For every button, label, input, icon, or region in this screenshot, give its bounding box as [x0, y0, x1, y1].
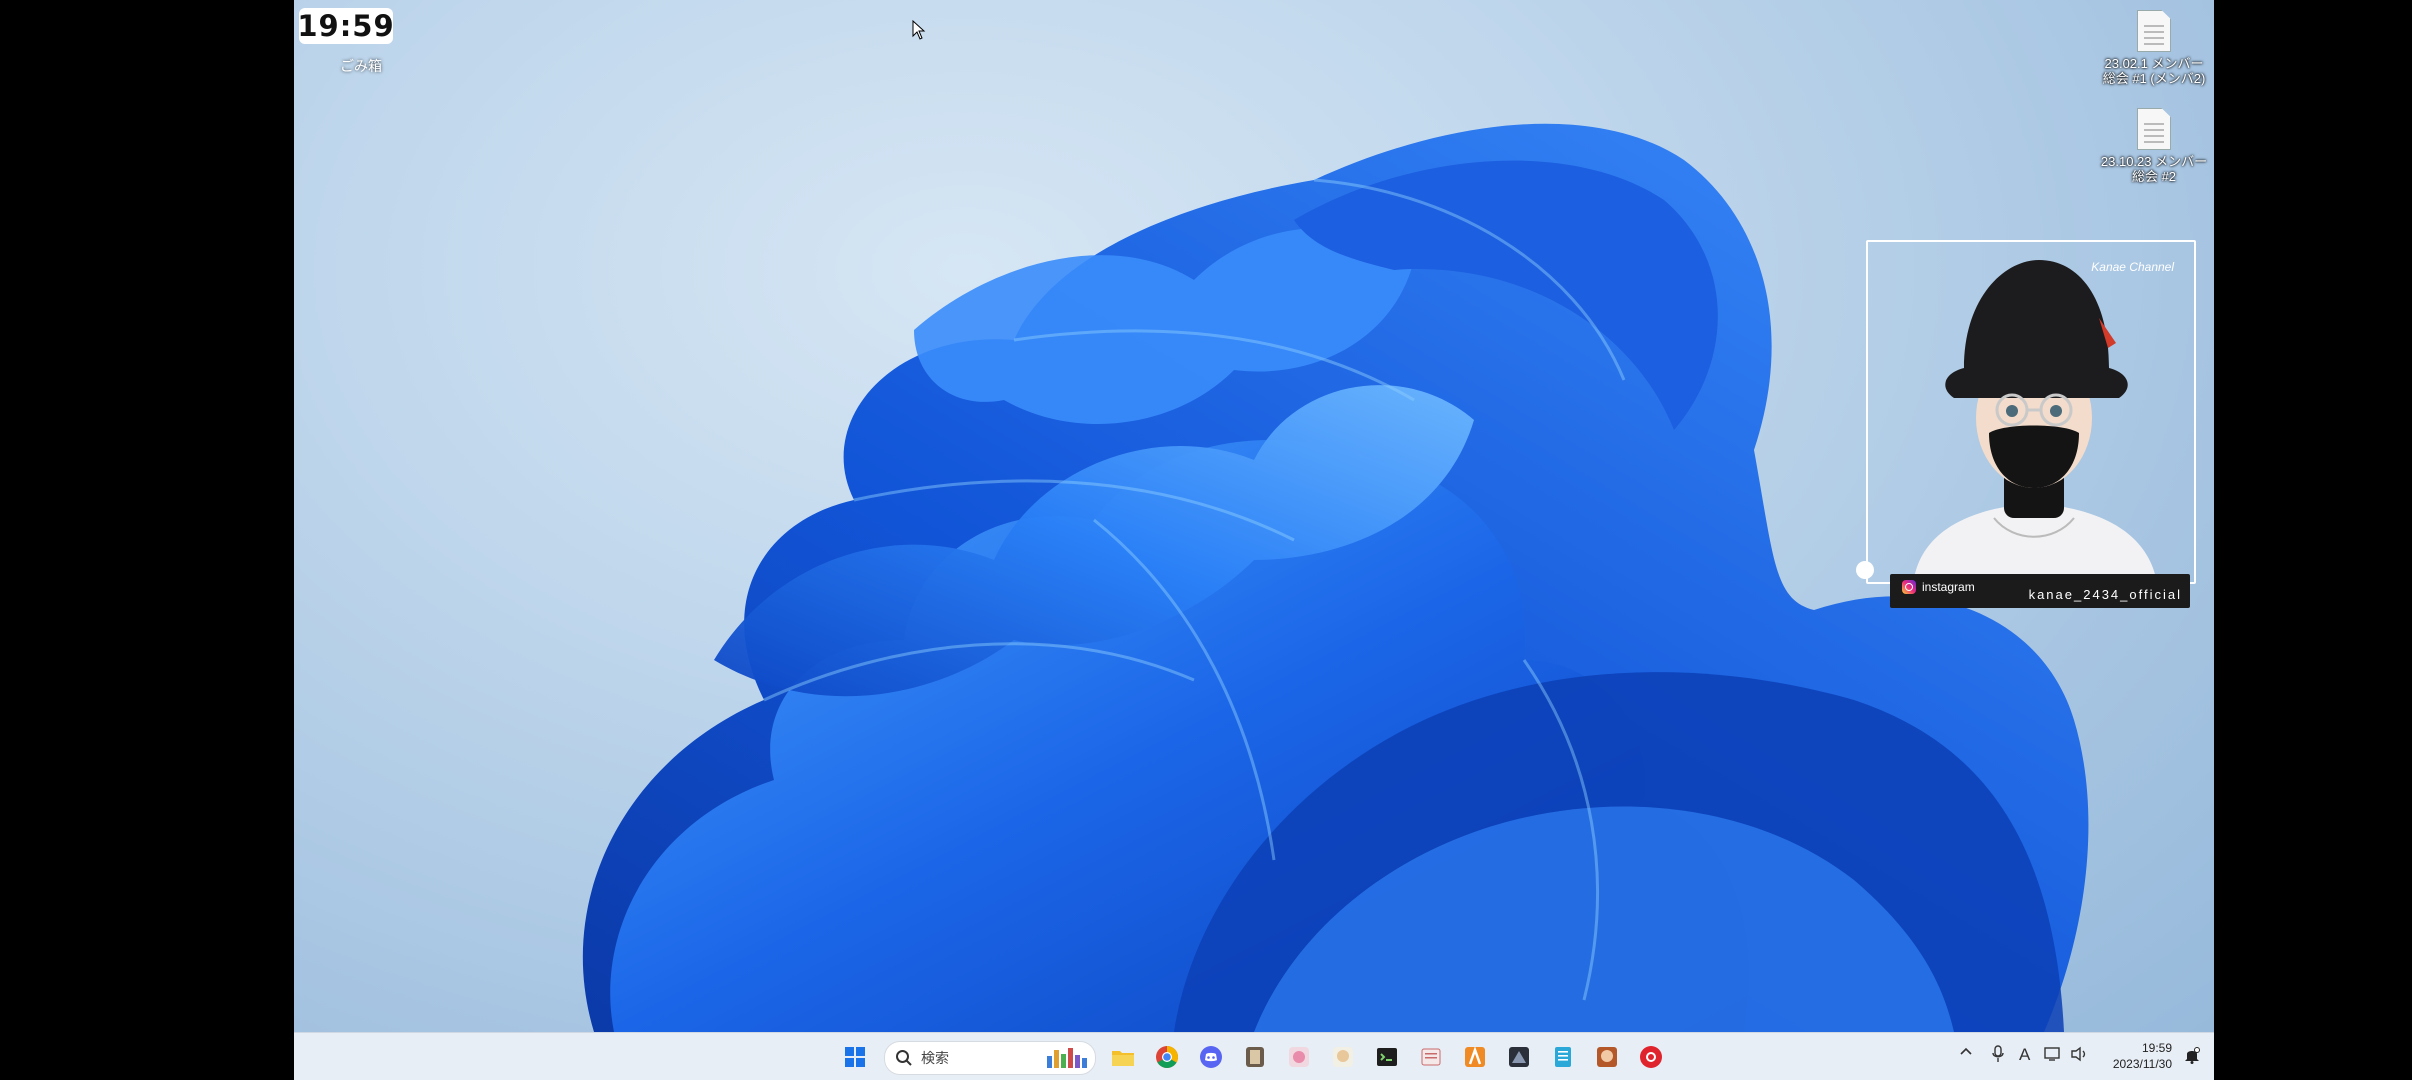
app-button-1[interactable] — [1239, 1041, 1271, 1073]
app-icon-2 — [1289, 1047, 1309, 1067]
app-icon-3 — [1333, 1047, 1353, 1067]
discord-button[interactable] — [1195, 1041, 1227, 1073]
taskbar-time: 19:59 — [2141, 1041, 2172, 1055]
desktop-file-1-label: 23.02.1 メンバー総会 #1 (メンバ2) — [2102, 56, 2206, 86]
desktop-file-1[interactable]: 23.02.1 メンバー総会 #1 (メンバ2) — [2099, 10, 2209, 86]
game-button-2[interactable] — [1591, 1041, 1623, 1073]
notepad-icon — [1421, 1048, 1441, 1066]
text-document-icon — [2137, 108, 2171, 150]
search-highlight-icon — [1047, 1048, 1087, 1068]
taskbar-search[interactable]: 検索 — [884, 1041, 1096, 1075]
desktop-file-2[interactable]: 23.10.23 メンバー総会 #2 — [2099, 108, 2209, 184]
record-button[interactable] — [1635, 1041, 1667, 1073]
streamer-overlay: Kanae Channel instagram kanae_2434_offic… — [1856, 238, 2196, 612]
search-icon — [896, 1050, 912, 1066]
discord-icon — [1200, 1046, 1222, 1068]
app-icon-1 — [1246, 1047, 1264, 1067]
notepad-button[interactable] — [1415, 1041, 1447, 1073]
streamer-avatar — [1914, 260, 2156, 578]
desktop-file-2-label: 23.10.23 メンバー総会 #2 — [2100, 154, 2208, 184]
file-explorer-icon — [1112, 1051, 1134, 1066]
chrome-button[interactable] — [1151, 1041, 1183, 1073]
app-icon-4 — [1465, 1046, 1485, 1067]
file-explorer-button[interactable] — [1107, 1041, 1139, 1073]
game-icon — [1509, 1047, 1529, 1067]
desktop-screen: 19:59 ごみ箱 23.02.1 メンバー総会 #1 (メンバ2) 23.10… — [294, 0, 2214, 1080]
frame-decoration-dot — [1856, 561, 1874, 579]
instagram-handle: kanae_2434_official — [2028, 587, 2182, 602]
volume-icon[interactable] — [2070, 1046, 2088, 1065]
start-button[interactable] — [839, 1041, 871, 1073]
network-icon[interactable] — [2044, 1046, 2062, 1065]
notification-bell-icon[interactable] — [2184, 1046, 2200, 1067]
document-icon — [1555, 1047, 1571, 1067]
chrome-icon — [1156, 1046, 1178, 1068]
instagram-tab: instagram — [1902, 576, 1975, 598]
terminal-icon — [1377, 1048, 1397, 1066]
windows-logo-icon — [845, 1047, 865, 1067]
game-button[interactable] — [1503, 1041, 1535, 1073]
terminal-button[interactable] — [1371, 1041, 1403, 1073]
instagram-label: instagram — [1922, 580, 1975, 594]
text-document-icon — [2137, 10, 2171, 52]
app-button-3[interactable] — [1327, 1041, 1359, 1073]
document-button[interactable] — [1547, 1041, 1579, 1073]
taskbar: 検索 A 19:59 2023/11/30 — [294, 1032, 2214, 1080]
taskbar-date: 2023/11/30 — [2112, 1057, 2172, 1071]
ime-indicator[interactable]: A — [2019, 1045, 2030, 1065]
clock-overlay: 19:59 — [297, 8, 395, 44]
instagram-icon — [1902, 580, 1916, 594]
instagram-bar: instagram kanae_2434_official — [1890, 574, 2190, 608]
search-placeholder: 検索 — [921, 1050, 949, 1066]
game-icon-2 — [1597, 1047, 1617, 1067]
tray-chevron-icon[interactable] — [1959, 1045, 1973, 1062]
taskbar-clock[interactable]: 19:59 2023/11/30 — [2113, 1040, 2172, 1072]
record-icon — [1640, 1046, 1662, 1068]
microphone-icon[interactable] — [1991, 1045, 2005, 1066]
recycle-bin-label[interactable]: ごみ箱 — [316, 56, 406, 76]
app-button-4[interactable] — [1459, 1041, 1491, 1073]
app-button-2[interactable] — [1283, 1041, 1315, 1073]
mouse-cursor-icon — [912, 20, 926, 40]
